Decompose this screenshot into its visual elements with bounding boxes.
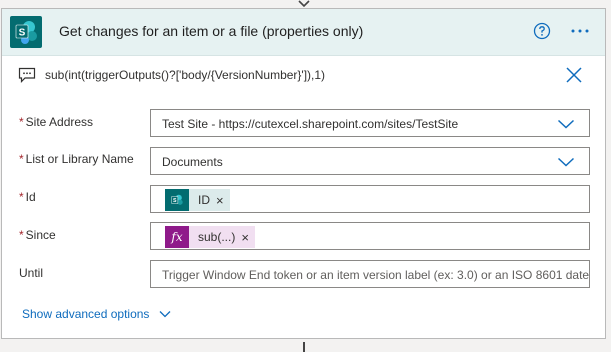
since-token-label: sub(...) xyxy=(198,230,236,244)
svg-text:S: S xyxy=(173,198,177,204)
chevron-down-icon[interactable] xyxy=(557,118,575,130)
comment-text[interactable]: sub(int(triggerOutputs()?['body/{Version… xyxy=(45,68,325,82)
id-token[interactable]: S ID × xyxy=(165,189,230,211)
until-label: Until xyxy=(19,266,44,280)
card-header[interactable]: S Get changes for an item or a file (pro… xyxy=(2,9,605,56)
sharepoint-icon: S xyxy=(165,189,189,211)
since-token[interactable]: fx sub(...) × xyxy=(165,226,255,248)
flow-connector-out xyxy=(303,342,305,352)
required-marker: * xyxy=(19,228,24,242)
id-token-label: ID xyxy=(198,193,210,207)
comment-row: sub(int(triggerOutputs()?['body/{Version… xyxy=(2,55,605,95)
required-marker: * xyxy=(19,115,24,129)
required-marker: * xyxy=(19,152,24,166)
show-advanced-options-link[interactable]: Show advanced options xyxy=(22,307,171,321)
until-input[interactable]: Trigger Window End token or an item vers… xyxy=(150,260,590,288)
site-address-dropdown[interactable]: Test Site - https://cutexcel.sharepoint.… xyxy=(150,109,590,137)
action-card: S Get changes for an item or a file (pro… xyxy=(1,8,606,339)
remove-token-icon[interactable]: × xyxy=(216,193,230,208)
chevron-down-icon xyxy=(159,311,171,318)
required-marker: * xyxy=(19,190,24,204)
list-name-dropdown[interactable]: Documents xyxy=(150,147,590,175)
since-field[interactable]: fx sub(...) × xyxy=(150,222,590,250)
id-label: * Id xyxy=(19,190,36,204)
svg-text:S: S xyxy=(19,28,26,39)
id-field[interactable]: S ID × xyxy=(150,185,590,213)
remove-token-icon[interactable]: × xyxy=(241,230,255,245)
action-title: Get changes for an item or a file (prope… xyxy=(59,23,364,39)
since-label: * Since xyxy=(19,228,56,242)
close-icon[interactable] xyxy=(564,65,584,85)
until-placeholder: Trigger Window End token or an item vers… xyxy=(162,268,590,282)
list-name-label: * List or Library Name xyxy=(19,152,134,166)
comment-icon xyxy=(18,67,36,83)
chevron-down-icon[interactable] xyxy=(557,156,575,168)
site-address-value: Test Site - https://cutexcel.sharepoint.… xyxy=(162,117,459,131)
help-icon[interactable] xyxy=(533,22,551,40)
more-options-icon[interactable] xyxy=(569,22,591,40)
site-address-label: * Site Address xyxy=(19,115,94,129)
function-icon: fx xyxy=(165,226,189,248)
list-name-value: Documents xyxy=(162,155,223,169)
sharepoint-icon: S xyxy=(10,16,42,48)
